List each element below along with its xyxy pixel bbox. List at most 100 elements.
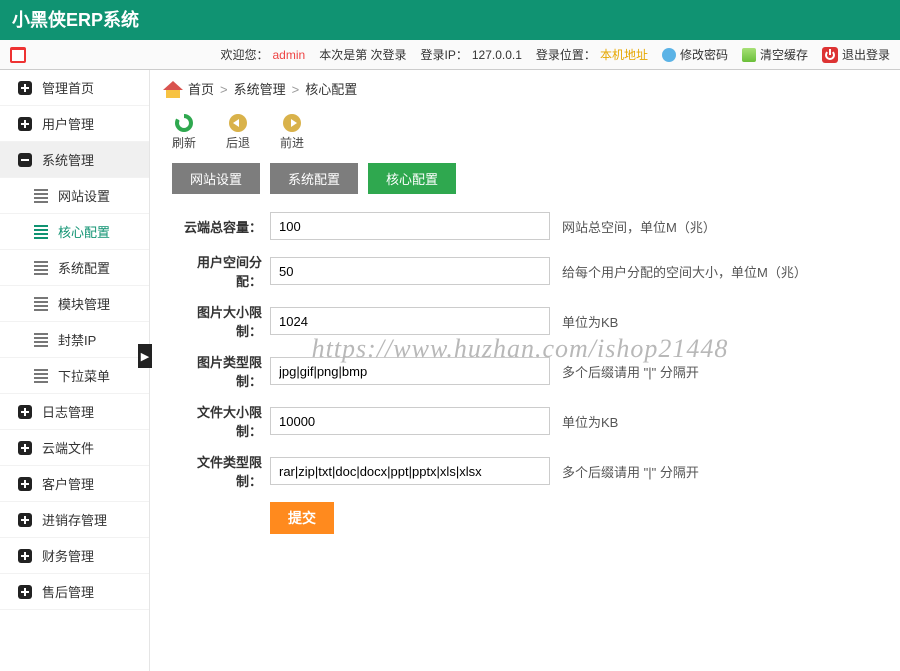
sidebar-item-1[interactable]: 用户管理 <box>0 106 149 142</box>
sidebar-item-label: 财务管理 <box>42 546 94 565</box>
form-row-2: 图片大小限制： 单位为KB <box>172 302 878 340</box>
form-label: 图片大小限制： <box>172 302 270 340</box>
plus-icon <box>18 441 32 455</box>
form-hint: 多个后缀请用 "|" 分隔开 <box>562 462 699 481</box>
sidebar-item-label: 云端文件 <box>42 438 94 457</box>
sidebar-item-label: 下拉菜单 <box>58 366 110 385</box>
key-icon <box>662 48 676 62</box>
sidebar-item-4[interactable]: 核心配置 <box>0 214 149 250</box>
tab-2[interactable]: 核心配置 <box>368 163 456 194</box>
sidebar-item-5[interactable]: 系统配置 <box>0 250 149 286</box>
refresh-icon <box>175 114 193 132</box>
list-icon <box>34 369 48 383</box>
login-ip: 登录IP：127.0.0.1 <box>421 40 522 70</box>
refresh-button[interactable]: 刷新 <box>172 114 196 151</box>
forward-button[interactable]: 前进 <box>280 114 304 151</box>
form-label: 文件大小限制： <box>172 402 270 440</box>
app-title-bar: 小黑侠ERP系统 <box>0 0 900 40</box>
list-icon <box>34 297 48 311</box>
plus-icon <box>18 477 32 491</box>
back-icon <box>229 114 247 132</box>
form-input-1[interactable] <box>270 257 550 285</box>
sidebar-item-10[interactable]: 云端文件 <box>0 430 149 466</box>
change-password-link[interactable]: 修改密码 <box>662 40 728 70</box>
sidebar-item-label: 客户管理 <box>42 474 94 493</box>
forward-icon <box>283 114 301 132</box>
sidebar-item-label: 核心配置 <box>58 222 110 241</box>
list-icon <box>34 333 48 347</box>
breadcrumb-l2: 核心配置 <box>305 70 357 110</box>
form-row-5: 文件类型限制：多个后缀请用 "|" 分隔开 <box>172 452 878 490</box>
form-label: 云端总容量： <box>172 217 270 236</box>
plus-icon <box>18 405 32 419</box>
form-input-4[interactable] <box>270 407 550 435</box>
main-content: 首页 > 系统管理 > 核心配置 刷新 后退 前进 网站设置系统配置核心配置 云… <box>150 70 900 671</box>
form-hint: 单位为KB <box>562 312 618 331</box>
form-input-3[interactable] <box>270 357 550 385</box>
tab-1[interactable]: 系统配置 <box>270 163 358 194</box>
home-icon[interactable] <box>164 82 182 98</box>
form-row-1: 用户空间分配： 给每个用户分配的空间大小，单位M（兆） <box>172 252 878 290</box>
plus-icon <box>18 549 32 563</box>
sidebar-item-label: 系统管理 <box>42 150 94 169</box>
form-row-3: 图片类型限制： 多个后缀请用 "|" 分隔开 <box>172 352 878 390</box>
tab-bar: 网站设置系统配置核心配置 <box>150 163 900 212</box>
tab-0[interactable]: 网站设置 <box>172 163 260 194</box>
sidebar-item-label: 封禁IP <box>58 330 96 349</box>
sidebar-collapse-handle[interactable]: ▶ <box>138 344 152 368</box>
form-input-5[interactable] <box>270 457 550 485</box>
sidebar-item-label: 售后管理 <box>42 582 94 601</box>
welcome-text: 欢迎您：admin <box>220 40 305 70</box>
form-hint: 网站总空间，单位M（兆） <box>562 217 716 236</box>
form-label: 图片类型限制： <box>172 352 270 390</box>
sidebar-item-label: 系统配置 <box>58 258 110 277</box>
sidebar-item-11[interactable]: 客户管理 <box>0 466 149 502</box>
power-icon <box>822 47 838 63</box>
sidebar-item-label: 模块管理 <box>58 294 110 313</box>
form-hint: 给每个用户分配的空间大小，单位M（兆） <box>562 262 807 281</box>
sidebar-item-8[interactable]: 下拉菜单 <box>0 358 149 394</box>
plus-icon <box>18 117 32 131</box>
sidebar: 管理首页用户管理系统管理网站设置核心配置系统配置模块管理封禁IP 下拉菜单日志管理… <box>0 70 150 671</box>
recycle-icon <box>742 48 756 62</box>
sidebar-item-2[interactable]: 系统管理 <box>0 142 149 178</box>
login-location: 登录位置：本机地址 <box>536 40 648 70</box>
sidebar-item-7[interactable]: 封禁IP <box>0 322 149 358</box>
current-user: admin <box>273 40 306 70</box>
sidebar-item-14[interactable]: 售后管理 <box>0 574 149 610</box>
sidebar-item-label: 日志管理 <box>42 402 94 421</box>
submit-button[interactable]: 提交 <box>270 502 334 534</box>
breadcrumb-home[interactable]: 首页 <box>188 70 214 110</box>
clear-cache-link[interactable]: 清空缓存 <box>742 40 808 70</box>
plus-icon <box>18 513 32 527</box>
sidebar-item-13[interactable]: 财务管理 <box>0 538 149 574</box>
sidebar-item-9[interactable]: 日志管理 <box>0 394 149 430</box>
status-bar: 欢迎您：admin 本次是第 次登录 登录IP：127.0.0.1 登录位置：本… <box>0 40 900 70</box>
back-button[interactable]: 后退 <box>226 114 250 151</box>
list-icon <box>34 225 48 239</box>
settings-form: 云端总容量： 网站总空间，单位M（兆） 用户空间分配： 给每个用户分配的空间大小，单位… <box>150 212 900 534</box>
plus-icon <box>18 81 32 95</box>
sidebar-item-label: 进销存管理 <box>42 510 107 529</box>
sidebar-item-label: 网站设置 <box>58 186 110 205</box>
sidebar-item-label: 用户管理 <box>42 114 94 133</box>
form-hint: 多个后缀请用 "|" 分隔开 <box>562 362 699 381</box>
sidebar-item-3[interactable]: 网站设置 <box>0 178 149 214</box>
form-row-4: 文件大小限制： 单位为KB <box>172 402 878 440</box>
sidebar-item-12[interactable]: 进销存管理 <box>0 502 149 538</box>
form-input-2[interactable] <box>270 307 550 335</box>
minus-icon <box>18 153 32 167</box>
login-count: 本次是第 次登录 <box>319 40 406 70</box>
breadcrumb-l1[interactable]: 系统管理 <box>234 70 286 110</box>
form-input-0[interactable] <box>270 212 550 240</box>
app-title: 小黑侠ERP系统 <box>12 10 139 30</box>
form-label: 用户空间分配： <box>172 252 270 290</box>
list-icon <box>34 261 48 275</box>
sidebar-item-0[interactable]: 管理首页 <box>0 70 149 106</box>
form-hint: 单位为KB <box>562 412 618 431</box>
sidebar-item-6[interactable]: 模块管理 <box>0 286 149 322</box>
list-icon <box>34 189 48 203</box>
logout-link[interactable]: 退出登录 <box>822 40 890 70</box>
sidebar-item-label: 管理首页 <box>42 78 94 97</box>
toolbar: 刷新 后退 前进 <box>150 110 900 163</box>
